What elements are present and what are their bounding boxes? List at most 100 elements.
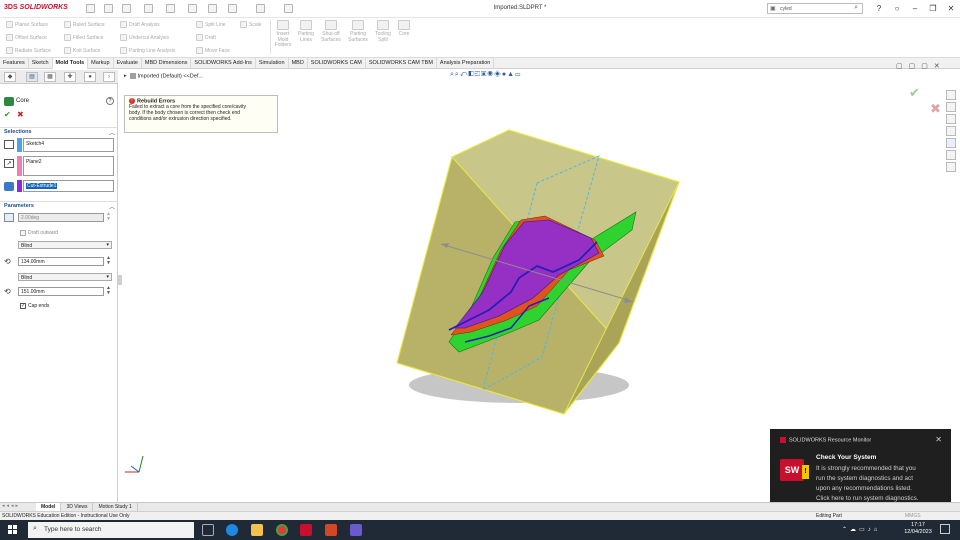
parting-lines-button[interactable]: Parting Lines [293,20,319,43]
solidworks-logo[interactable]: 3DS SOLIDWORKS [4,4,68,11]
collapse-selections-icon[interactable]: ︿ [109,128,115,137]
expand-icon[interactable]: ▸ [124,73,127,79]
system-tray-icons[interactable]: ⌃☁▭♪⌂ [842,526,880,533]
tab-mbd[interactable]: MBD [289,58,308,69]
close-button[interactable]: ✕ [944,3,958,14]
custom-properties-icon[interactable] [946,150,956,160]
user-icon[interactable]: ○ [890,3,904,14]
tab-features[interactable]: Features [0,58,29,69]
tab-addins[interactable]: SOLIDWORKS Add-Ins [191,58,256,69]
draft-analysis-button[interactable]: Draft Analysis [120,21,160,28]
parameters-header[interactable]: Parameters [4,203,34,209]
panel-splitter-handle[interactable] [118,275,122,285]
knit-surface-button[interactable]: Knit Surface [64,47,100,54]
configuration-manager-icon[interactable]: ▦ [44,72,56,82]
direction2-type-select[interactable]: Blind ▾ [18,273,112,281]
close-notification-icon[interactable]: ✕ [935,435,942,444]
options-icon[interactable] [284,4,293,13]
cancel-button[interactable]: ✖ [17,110,24,119]
body-selection-box[interactable]: Cut-Extrude1 [23,180,114,192]
redo-icon[interactable] [208,4,217,13]
chrome-icon[interactable] [276,524,288,536]
property-manager-icon[interactable]: ▤ [26,72,38,82]
help-button[interactable]: ? [106,97,114,105]
offset-surface-button[interactable]: Offset Surface [6,34,47,41]
confirm-corner-cancel-icon[interactable]: ✖ [930,102,941,117]
file-explorer-taskbar-icon[interactable] [251,524,263,536]
scene-icon[interactable]: ▲ [507,71,515,78]
help-icon[interactable]: ? [872,3,886,14]
draft-angle-spinner[interactable]: ▲ ▼ [106,212,111,222]
shut-off-surfaces-button[interactable]: Shut-off Surfaces [318,20,344,43]
tab-markup[interactable]: Markup [88,58,114,69]
forum-icon[interactable] [946,162,956,172]
planar-surface-button[interactable]: Planar Surface [6,21,48,28]
draft-button[interactable]: Draft [196,34,216,41]
search-scope-icon[interactable]: ▣ [770,5,776,12]
rebuild-icon[interactable] [256,4,265,13]
view-settings-icon[interactable]: ▭ [515,71,521,78]
tab-sketch[interactable]: Sketch [29,58,53,69]
print-icon[interactable] [166,4,175,13]
direction1-type-select[interactable]: Blind ▾ [18,241,112,249]
tab-mbd-dimensions[interactable]: MBD Dimensions [142,58,192,69]
confirm-corner-ok-icon[interactable]: ✔ [909,86,920,101]
tab-simulation[interactable]: Simulation [256,58,289,69]
taskbar-clock[interactable]: 17:17 12/04/2023 [898,522,938,536]
restore-button[interactable]: ❐ [926,3,940,14]
core-button[interactable]: Core [391,20,417,38]
dimxpert-icon[interactable]: ✚ [64,72,76,82]
parting-line-analysis-button[interactable]: Parting Line Analysis [120,47,175,54]
hide-show-icon[interactable]: ◈ [494,71,502,78]
feature-manager-icon[interactable]: ◆ [4,72,16,82]
plane-selection-box[interactable]: Plane2 [23,156,114,176]
view-palette-icon[interactable] [946,126,956,136]
parting-surfaces-button[interactable]: Parting Surfaces [345,20,371,43]
appearances-icon[interactable] [946,138,956,148]
tab-cam[interactable]: SOLIDWORKS CAM [308,58,366,69]
tab-motion-study[interactable]: Motion Study 1 [93,503,138,511]
radiate-surface-button[interactable]: Radiate Surface [6,47,51,54]
notifications-icon[interactable] [940,524,950,534]
cap-ends-checkbox[interactable]: ✓ [20,303,26,309]
minimize-button[interactable]: – [908,3,922,14]
ok-button[interactable]: ✔ [4,110,11,119]
filled-surface-button[interactable]: Filled Surface [64,34,104,41]
notification-body[interactable]: It is strongly recommended that you run … [816,464,944,504]
tab-analysis-preparation[interactable]: Analysis Preparation [437,58,495,69]
file-explorer-icon[interactable] [946,114,956,124]
draft-outward-checkbox[interactable] [20,230,26,236]
tab-cam-tbm[interactable]: SOLIDWORKS CAM TBM [366,58,437,69]
feature-tree-root[interactable]: ▸ Imported (Default) <<Def... [124,73,203,79]
display-manager-icon[interactable]: ● [84,72,96,82]
more-panels-icon[interactable]: › [103,72,115,82]
app-taskbar-icon[interactable] [350,524,362,536]
new-document-icon[interactable] [104,4,113,13]
undercut-analysis-button[interactable]: Undercut Analysis [120,34,169,41]
save-icon[interactable] [144,4,153,13]
home-icon[interactable] [86,4,95,13]
tab-mold-tools[interactable]: Mold Tools [52,58,89,69]
selections-header[interactable]: Selections [4,129,32,135]
units-selector[interactable]: MMGS [905,513,921,519]
collapse-parameters-icon[interactable]: ︿ [109,202,115,211]
edge-browser-icon[interactable] [226,524,238,536]
depth2-spinner[interactable]: ▲ ▼ [106,286,111,296]
direction1-depth-field[interactable]: 134.00mm [18,257,104,266]
viewport-window-controls[interactable]: ▢▢▢✕ [896,62,946,70]
scale-button[interactable]: Scale [240,21,262,28]
design-library-icon[interactable] [946,102,956,112]
direction2-depth-field[interactable]: 151.00mm [18,287,104,296]
draft-angle-field[interactable]: 2.00deg [18,213,104,222]
undo-icon[interactable] [188,4,197,13]
search-icon[interactable]: ⌕ [854,4,858,12]
search-input[interactable]: ▣ cyled ⌕ [767,3,863,14]
powerpoint-icon[interactable] [325,524,337,536]
tab-scroll-arrows[interactable]: ◂◂◂▸ [2,503,20,509]
task-view-icon[interactable] [202,524,214,536]
solidworks-taskbar-icon[interactable] [300,524,312,536]
ruled-surface-button[interactable]: Ruled Surface [64,21,105,28]
windows-start-icon[interactable] [8,525,18,535]
depth1-spinner[interactable]: ▲ ▼ [106,256,111,266]
tab-evaluate[interactable]: Evaluate [114,58,142,69]
